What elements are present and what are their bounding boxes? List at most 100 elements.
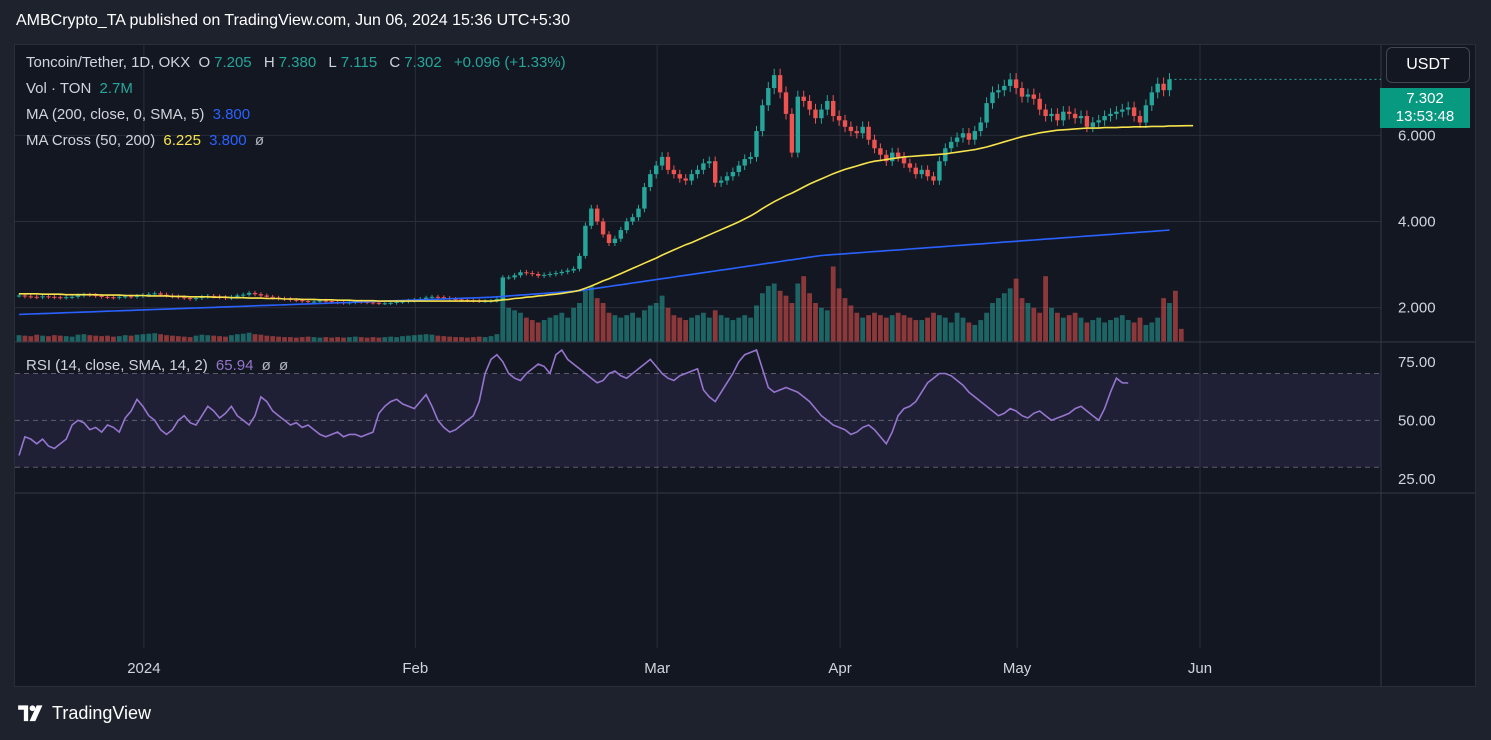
candle-body — [541, 274, 547, 276]
volume-bar — [323, 337, 329, 342]
candle-body — [571, 268, 576, 271]
candle-body — [831, 100, 836, 117]
candle-body — [1084, 116, 1090, 127]
candle-body — [748, 156, 753, 160]
volume-bar — [754, 305, 759, 342]
volume-bar — [706, 317, 712, 342]
volume-bar — [223, 336, 228, 342]
volume-bar — [671, 315, 677, 342]
volume-bar — [75, 334, 81, 342]
volume-bar — [1013, 278, 1019, 342]
volume-bar — [453, 337, 458, 342]
volume-bar — [842, 298, 848, 342]
bar-countdown: 13:53:48 — [1395, 108, 1455, 125]
volume-bar — [701, 312, 706, 342]
candle-body — [913, 167, 918, 175]
candle-body — [677, 174, 682, 179]
candle-body — [1055, 113, 1060, 121]
volume-bar — [423, 334, 429, 342]
volume-bar — [730, 320, 736, 342]
chart-frame[interactable]: 2024 Feb Mar Apr May Jun 2.000 4.000 6.000 25.00 5… — [14, 44, 1476, 687]
volume-bar — [748, 317, 753, 342]
ma-cross-legend: MA Cross (50, 200) 6.225 3.800 ø — [26, 132, 268, 149]
volume-bar — [789, 303, 795, 342]
volume-bar — [146, 333, 152, 342]
volume-bar — [600, 303, 606, 342]
volume-bar — [1055, 312, 1060, 342]
volume-bar — [40, 335, 45, 342]
high-label: H 7.380 — [263, 54, 317, 71]
last-price-tag: 7.302 13:53:48 — [1380, 88, 1470, 128]
volume-bar — [164, 335, 169, 342]
candle-body — [1008, 79, 1013, 86]
candle-body — [795, 96, 800, 153]
candle-body — [152, 293, 157, 295]
volume-bar — [547, 317, 553, 342]
candle-body — [996, 90, 1001, 93]
candle-body — [648, 174, 653, 188]
volume-bar — [760, 293, 765, 342]
candle-body — [536, 273, 541, 276]
volume-value: 2.7M — [99, 80, 133, 97]
price-tick-label: 2.000 — [1398, 300, 1436, 317]
candle-body — [182, 297, 187, 299]
volume-bar — [1149, 322, 1155, 342]
volume-bar — [116, 336, 122, 342]
rsi-tick-label: 75.00 — [1398, 354, 1436, 371]
candle-body — [754, 131, 759, 157]
candle-body — [123, 296, 128, 298]
volume-bar — [571, 307, 576, 342]
volume-bar — [205, 335, 211, 342]
volume-bar — [459, 337, 464, 342]
volume-bar — [111, 336, 116, 342]
volume-bar — [824, 310, 830, 342]
candle-body — [713, 161, 718, 183]
volume-bar — [1090, 320, 1096, 342]
candle-body — [518, 272, 523, 276]
volume-bar — [960, 317, 966, 342]
candle-body — [966, 133, 972, 140]
volume-bar — [158, 334, 163, 342]
candle-body — [530, 273, 535, 275]
volume-bar — [724, 317, 730, 342]
candle-body — [105, 296, 110, 298]
volume-bar — [612, 315, 618, 342]
x-tick-label: Mar — [644, 660, 670, 677]
rsi-value: 65.94 — [215, 357, 254, 374]
candle-body — [300, 300, 305, 302]
volume-bar — [388, 336, 394, 342]
volume-bar — [382, 337, 388, 342]
candle-body — [1137, 116, 1143, 123]
candle-body — [158, 293, 163, 295]
candle-body — [577, 255, 582, 269]
footer-brand[interactable]: TradingView — [16, 703, 151, 724]
volume-bar — [801, 276, 807, 342]
volume-bar — [931, 312, 936, 342]
volume-bar — [588, 285, 594, 342]
volume-bar — [199, 334, 205, 342]
candle-body — [34, 296, 39, 298]
candle-body — [64, 297, 69, 299]
change-label: +0.096 (+1.33%) — [453, 54, 566, 71]
candle-body — [1019, 88, 1025, 97]
candle-body — [972, 131, 977, 140]
volume-bar — [636, 317, 641, 342]
candle-body — [589, 208, 594, 226]
volume-bar — [341, 337, 346, 342]
volume-bar — [695, 315, 700, 342]
volume-bar — [370, 337, 376, 342]
volume-bar — [783, 295, 789, 342]
candle-body — [547, 273, 553, 275]
volume-bar — [240, 333, 246, 342]
candle-body — [258, 294, 264, 296]
volume-bar — [683, 320, 689, 342]
candle-body — [772, 75, 777, 89]
volume-bar — [93, 335, 99, 342]
candle-body — [1167, 79, 1172, 91]
candle-body — [954, 137, 960, 142]
candle-body — [1090, 122, 1095, 127]
volume-bar — [978, 320, 984, 342]
currency-button[interactable]: USDT — [1386, 47, 1470, 83]
ma-legend: MA (200, close, 0, SMA, 5) 3.800 — [26, 106, 254, 123]
volume-bar — [553, 315, 559, 342]
